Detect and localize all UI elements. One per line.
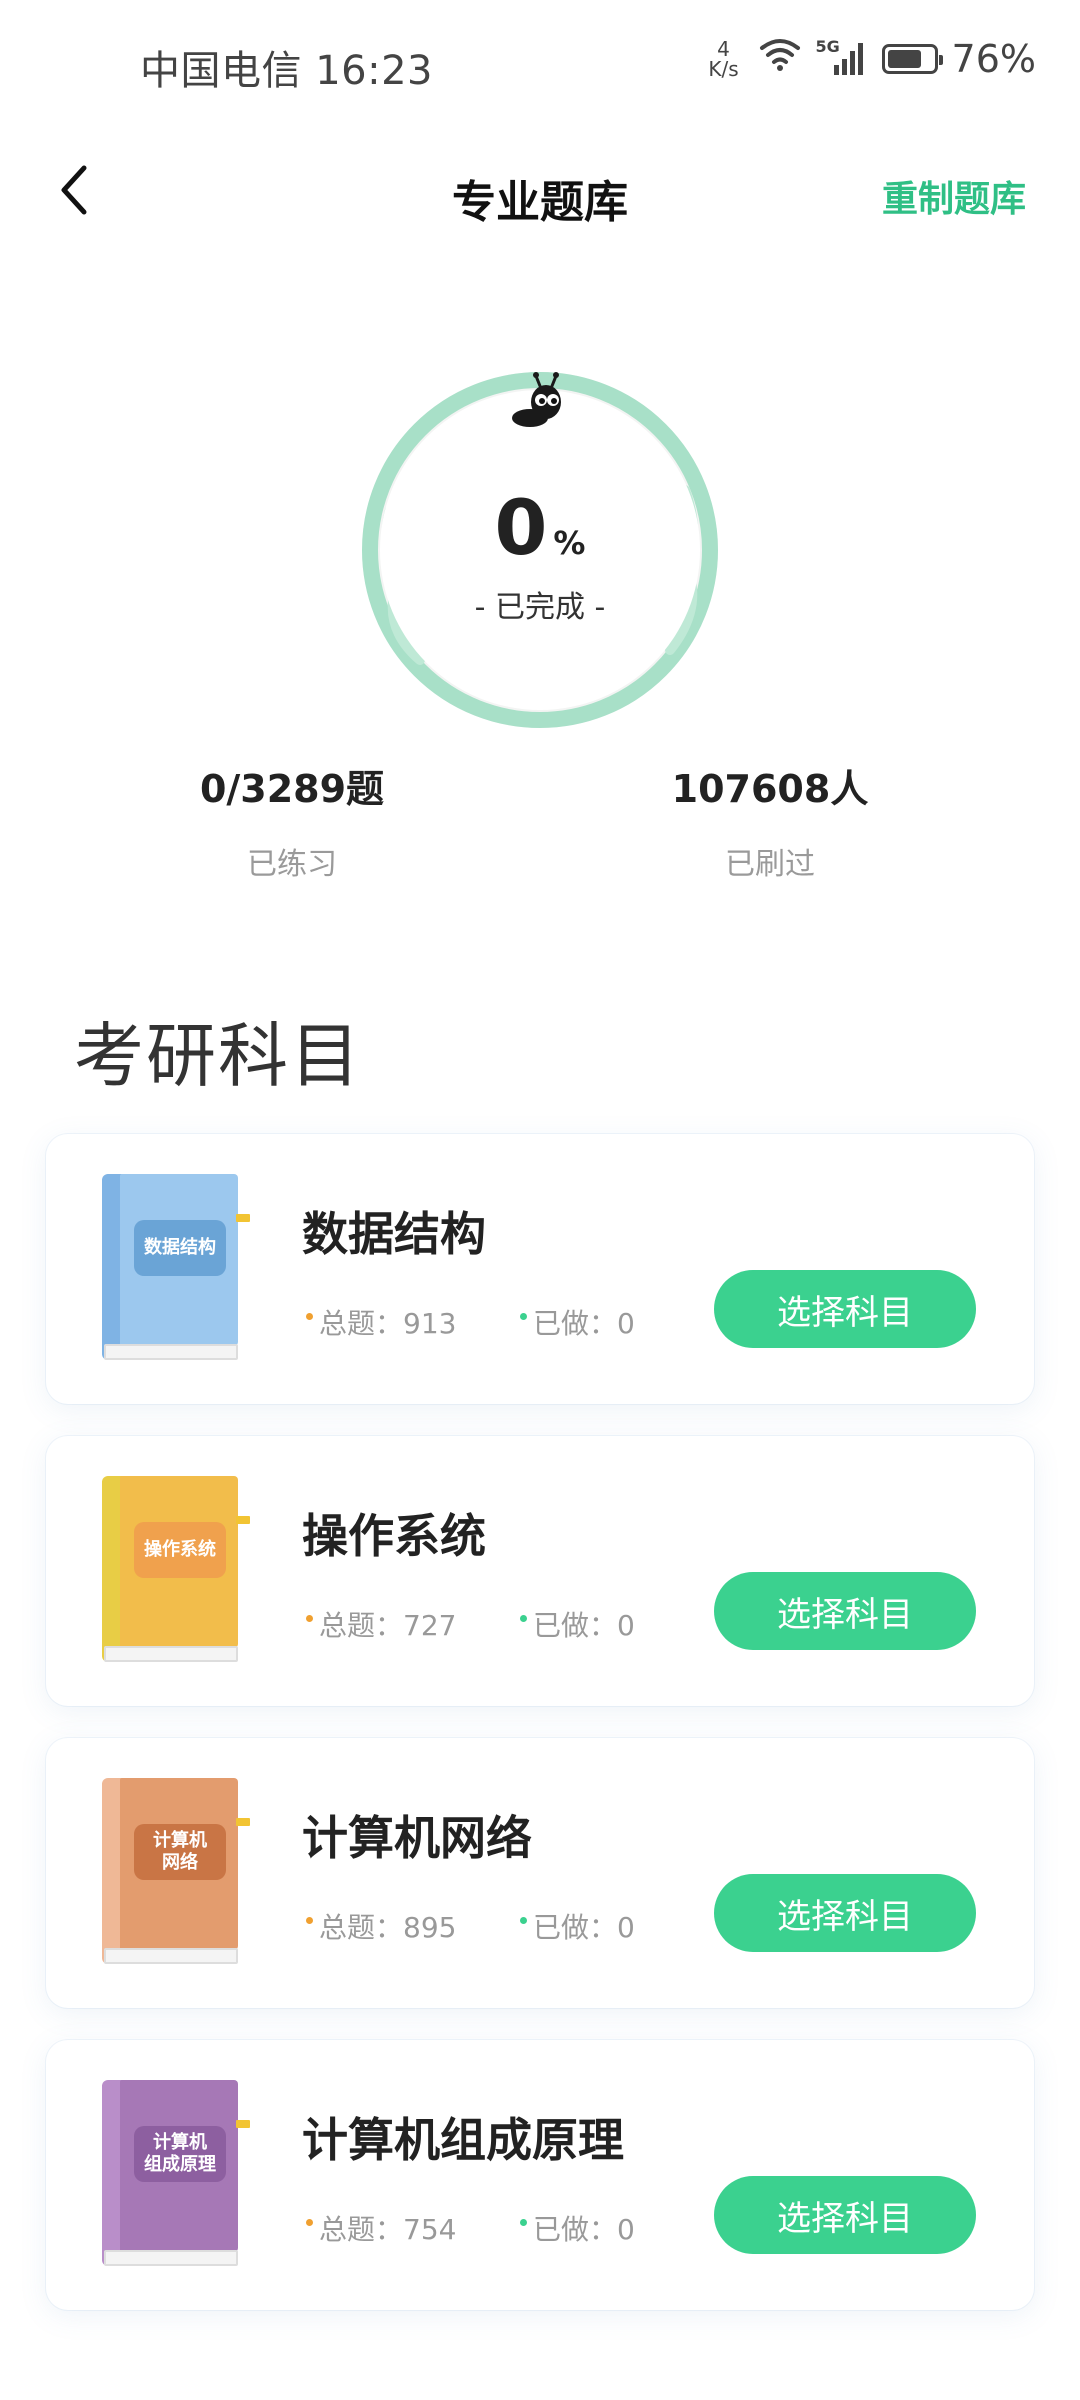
stat-users-label: 已刷过 (725, 847, 815, 882)
total-dot-icon (306, 1614, 313, 1622)
book-cover-label: 操作系统 (134, 1522, 226, 1578)
subject-total: 总题：913 (306, 1302, 456, 1342)
progress-ring: 0 % - 已完成 - (350, 330, 730, 750)
subject-name: 操作系统 (302, 1509, 486, 1563)
select-subject-button[interactable]: 选择科目 (714, 1572, 976, 1650)
subject-done: 已做：0 (520, 1302, 635, 1342)
stat-practiced-value: 0/3289题 (199, 767, 385, 811)
subject-total: 总题：754 (306, 2208, 456, 2248)
total-dot-icon (306, 1916, 313, 1924)
battery-icon (881, 43, 943, 74)
stat-practiced: 0/3289题 已练习 (112, 758, 472, 883)
stat-practiced-label: 已练习 (247, 847, 337, 882)
nav-bar: 专业题库 重制题库 (0, 140, 1080, 240)
progress-unit: % (553, 524, 586, 562)
done-dot-icon (520, 1614, 527, 1622)
book-icon: 操作系统 (102, 1476, 250, 1662)
network-speed-value: 4 (717, 36, 730, 61)
network-speed-unit: K/s (708, 56, 739, 81)
subject-done-label: 已做：0 (533, 1911, 635, 1944)
carrier-time: 中国电信 16:23 (140, 48, 433, 94)
subject-done: 已做：0 (520, 1906, 635, 1946)
reset-bank-button[interactable]: 重制题库 (882, 170, 1026, 222)
network-speed: 4 K/s (704, 39, 744, 79)
book-cover-label: 计算机 组成原理 (134, 2126, 226, 2182)
book-icon: 计算机 组成原理 (102, 2080, 250, 2266)
subject-total-label: 总题：895 (319, 1911, 457, 1944)
subject-card[interactable]: 计算机 网络 计算机网络 总题：895 已做：0 选择科目 (46, 1738, 1034, 2008)
subject-total-label: 总题：727 (319, 1609, 457, 1642)
subject-card[interactable]: 计算机 组成原理 计算机组成原理 总题：754 已做：0 选择科目 (46, 2040, 1034, 2310)
total-dot-icon (306, 2218, 313, 2226)
subject-total-label: 总题：913 (319, 1307, 457, 1340)
battery-percent: 76% (951, 36, 1036, 81)
battery-fill (887, 49, 921, 68)
page: 中国电信 16:23 4 K/s 5G 76% 专业题库 重制题库 0 % - … (0, 0, 1080, 2400)
done-dot-icon (520, 2218, 527, 2226)
subject-name: 数据结构 (302, 1207, 486, 1261)
subject-total-label: 总题：754 (319, 2213, 457, 2246)
book-icon: 计算机 网络 (102, 1778, 250, 1964)
done-dot-icon (520, 1916, 527, 1924)
status-icons: 4 K/s 5G 76% (704, 36, 1036, 81)
stat-users: 107608人 已刷过 (590, 758, 950, 883)
select-subject-button[interactable]: 选择科目 (714, 2176, 976, 2254)
progress-percent: 0 % (350, 490, 730, 566)
progress-caption: - 已完成 - (474, 590, 606, 625)
stat-users-value: 107608人 (671, 767, 869, 811)
wifi-icon (758, 36, 802, 81)
subject-done-label: 已做：0 (533, 1609, 635, 1642)
subject-name: 计算机组成原理 (302, 2113, 624, 2167)
subject-done: 已做：0 (520, 2208, 635, 2248)
book-cover-label: 数据结构 (134, 1220, 226, 1276)
subject-done-label: 已做：0 (533, 1307, 635, 1340)
subject-card[interactable]: 数据结构 数据结构 总题：913 已做：0 选择科目 (46, 1134, 1034, 1404)
progress-value: 0 (494, 483, 548, 572)
subject-name: 计算机网络 (302, 1811, 532, 1865)
book-cover-label: 计算机 网络 (134, 1824, 226, 1880)
signal-icon: 5G (816, 37, 868, 77)
section-title: 考研科目 (74, 1015, 362, 1097)
book-icon: 数据结构 (102, 1174, 250, 1360)
subject-total: 总题：895 (306, 1906, 456, 1946)
total-dot-icon (306, 1312, 313, 1320)
subject-card[interactable]: 操作系统 操作系统 总题：727 已做：0 选择科目 (46, 1436, 1034, 1706)
status-bar: 中国电信 16:23 4 K/s 5G 76% (0, 0, 1080, 130)
subject-done: 已做：0 (520, 1604, 635, 1644)
subject-done-label: 已做：0 (533, 2213, 635, 2246)
done-dot-icon (520, 1312, 527, 1320)
select-subject-button[interactable]: 选择科目 (714, 1270, 976, 1348)
select-subject-button[interactable]: 选择科目 (714, 1874, 976, 1952)
subject-total: 总题：727 (306, 1604, 456, 1644)
